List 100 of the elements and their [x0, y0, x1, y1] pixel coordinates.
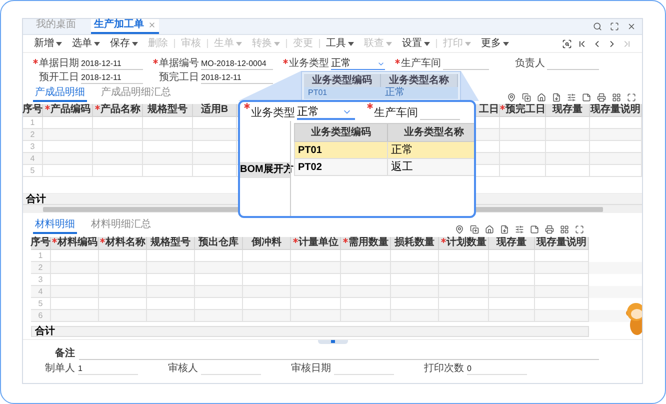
column-header: 倒冲料	[243, 237, 291, 250]
table-cell[interactable]	[195, 310, 243, 322]
select-field[interactable]: 正常	[331, 58, 385, 70]
toolbar-button[interactable]: 新增	[29, 38, 67, 50]
field-label: 打印次数	[424, 363, 464, 375]
note-icon[interactable]	[530, 225, 539, 234]
field-label: 审核人	[168, 363, 198, 375]
dropdown-row[interactable]: PT02 返工	[294, 159, 474, 176]
table-cell[interactable]	[99, 310, 147, 322]
column-header: 现存量说明	[590, 104, 642, 117]
table-cell[interactable]	[590, 165, 642, 177]
mascot-drawing[interactable]	[625, 301, 642, 335]
column-header: 规格型号	[143, 104, 193, 117]
column-header: 计划数量	[439, 237, 489, 250]
column-header: 业务类型编码	[304, 74, 381, 87]
toolbar-button[interactable]: 工具	[321, 38, 359, 50]
tab[interactable]: 产成品明细	[33, 87, 87, 102]
required-icon	[283, 59, 288, 64]
caret-icon	[274, 42, 280, 46]
input-field[interactable]: 2018-12-11	[81, 58, 143, 70]
column-header: 规格型号	[147, 237, 195, 250]
table-cell[interactable]	[291, 310, 341, 322]
input-field[interactable]: 0	[467, 363, 527, 375]
table-cell[interactable]	[143, 165, 193, 177]
scan-icon[interactable]	[562, 38, 572, 48]
required-icon	[33, 59, 38, 64]
house-icon[interactable]	[537, 93, 546, 102]
dropdown-row[interactable]: PT01 正常	[294, 142, 474, 159]
dropdown-row[interactable]: PT01 正常	[304, 87, 458, 99]
filter-icon[interactable]	[567, 93, 576, 102]
tab[interactable]: 生产加工单	[91, 19, 159, 34]
copy-icon[interactable]	[522, 93, 531, 102]
caret-icon	[132, 42, 138, 46]
field-label: 备注	[54, 348, 76, 360]
close-icon[interactable]	[148, 21, 156, 29]
splitter-handle[interactable]	[318, 340, 348, 344]
first-icon[interactable]	[577, 38, 587, 48]
input-field[interactable]: 2018-12-11	[81, 72, 143, 84]
table-cell[interactable]	[489, 310, 535, 322]
table-cell[interactable]	[43, 165, 93, 177]
table-cell[interactable]	[93, 165, 143, 177]
row-number: 6	[31, 310, 51, 322]
search-icon[interactable]	[593, 22, 602, 31]
column-header: 计量单位	[291, 237, 341, 250]
caret-icon	[465, 42, 471, 46]
table-cell[interactable]	[500, 165, 546, 177]
table-cell[interactable]	[439, 310, 489, 322]
column-header: 预完工日	[500, 104, 546, 117]
note-icon[interactable]	[582, 93, 591, 102]
column-header: 序号	[23, 104, 43, 117]
toolbar-button[interactable]: 选单	[67, 38, 105, 50]
field-label: 生产车间	[401, 58, 441, 70]
column-header: 现存量	[546, 104, 590, 117]
tab[interactable]: 材料明细汇总	[89, 219, 153, 234]
caret-icon	[386, 42, 392, 46]
tab[interactable]: 材料明细	[33, 219, 77, 234]
field-label: 审核日期	[291, 363, 331, 375]
toolbar-button[interactable]: 保存	[105, 38, 143, 50]
table-cell[interactable]	[391, 310, 439, 322]
input-field[interactable]: 2018-12-11	[201, 72, 273, 84]
grid-icon[interactable]	[560, 225, 569, 234]
column-header: 产品名称	[93, 104, 143, 117]
column-header: 需用数量	[341, 237, 391, 250]
last-icon[interactable]	[622, 38, 632, 48]
caret-icon	[56, 42, 62, 46]
fullscreen-icon[interactable]	[575, 225, 584, 234]
table-cell[interactable]	[51, 310, 99, 322]
file-icon[interactable]	[552, 93, 561, 102]
table-cell[interactable]	[193, 165, 237, 177]
input-field[interactable]: MO-2018-12-0004	[201, 58, 273, 70]
field-label: 预开工日	[39, 72, 79, 84]
table-cell[interactable]	[147, 310, 195, 322]
table-cell[interactable]	[341, 310, 391, 322]
file-icon[interactable]	[500, 225, 509, 234]
input-field[interactable]: 1	[78, 363, 138, 375]
column-header: 业务类型编码	[295, 124, 388, 141]
select-field[interactable]: 正常	[297, 106, 355, 120]
required-icon	[153, 59, 158, 64]
maximize-icon[interactable]	[610, 22, 619, 31]
caret-icon	[348, 42, 354, 46]
close-icon[interactable]	[627, 22, 636, 31]
fullscreen-icon[interactable]	[627, 93, 636, 102]
house-icon[interactable]	[485, 225, 494, 234]
filter-icon[interactable]	[515, 225, 524, 234]
printer-icon[interactable]	[545, 225, 554, 234]
toolbar-button[interactable]: 设置	[397, 38, 435, 50]
table-cell[interactable]	[546, 165, 590, 177]
table-cell[interactable]	[243, 310, 291, 322]
pin-icon[interactable]	[507, 93, 516, 102]
printer-icon[interactable]	[597, 93, 606, 102]
toolbar-button[interactable]: 更多	[476, 38, 514, 50]
copy-icon[interactable]	[470, 225, 479, 234]
table-cell[interactable]	[535, 310, 589, 322]
caret-icon	[94, 42, 100, 46]
required-icon	[395, 59, 400, 64]
tab[interactable]: 产成品明细汇总	[99, 87, 173, 102]
column-header: 损耗数量	[391, 237, 439, 250]
pin-icon[interactable]	[455, 225, 464, 234]
grid-icon[interactable]	[612, 93, 621, 102]
column-header: 预出仓库	[195, 237, 243, 250]
